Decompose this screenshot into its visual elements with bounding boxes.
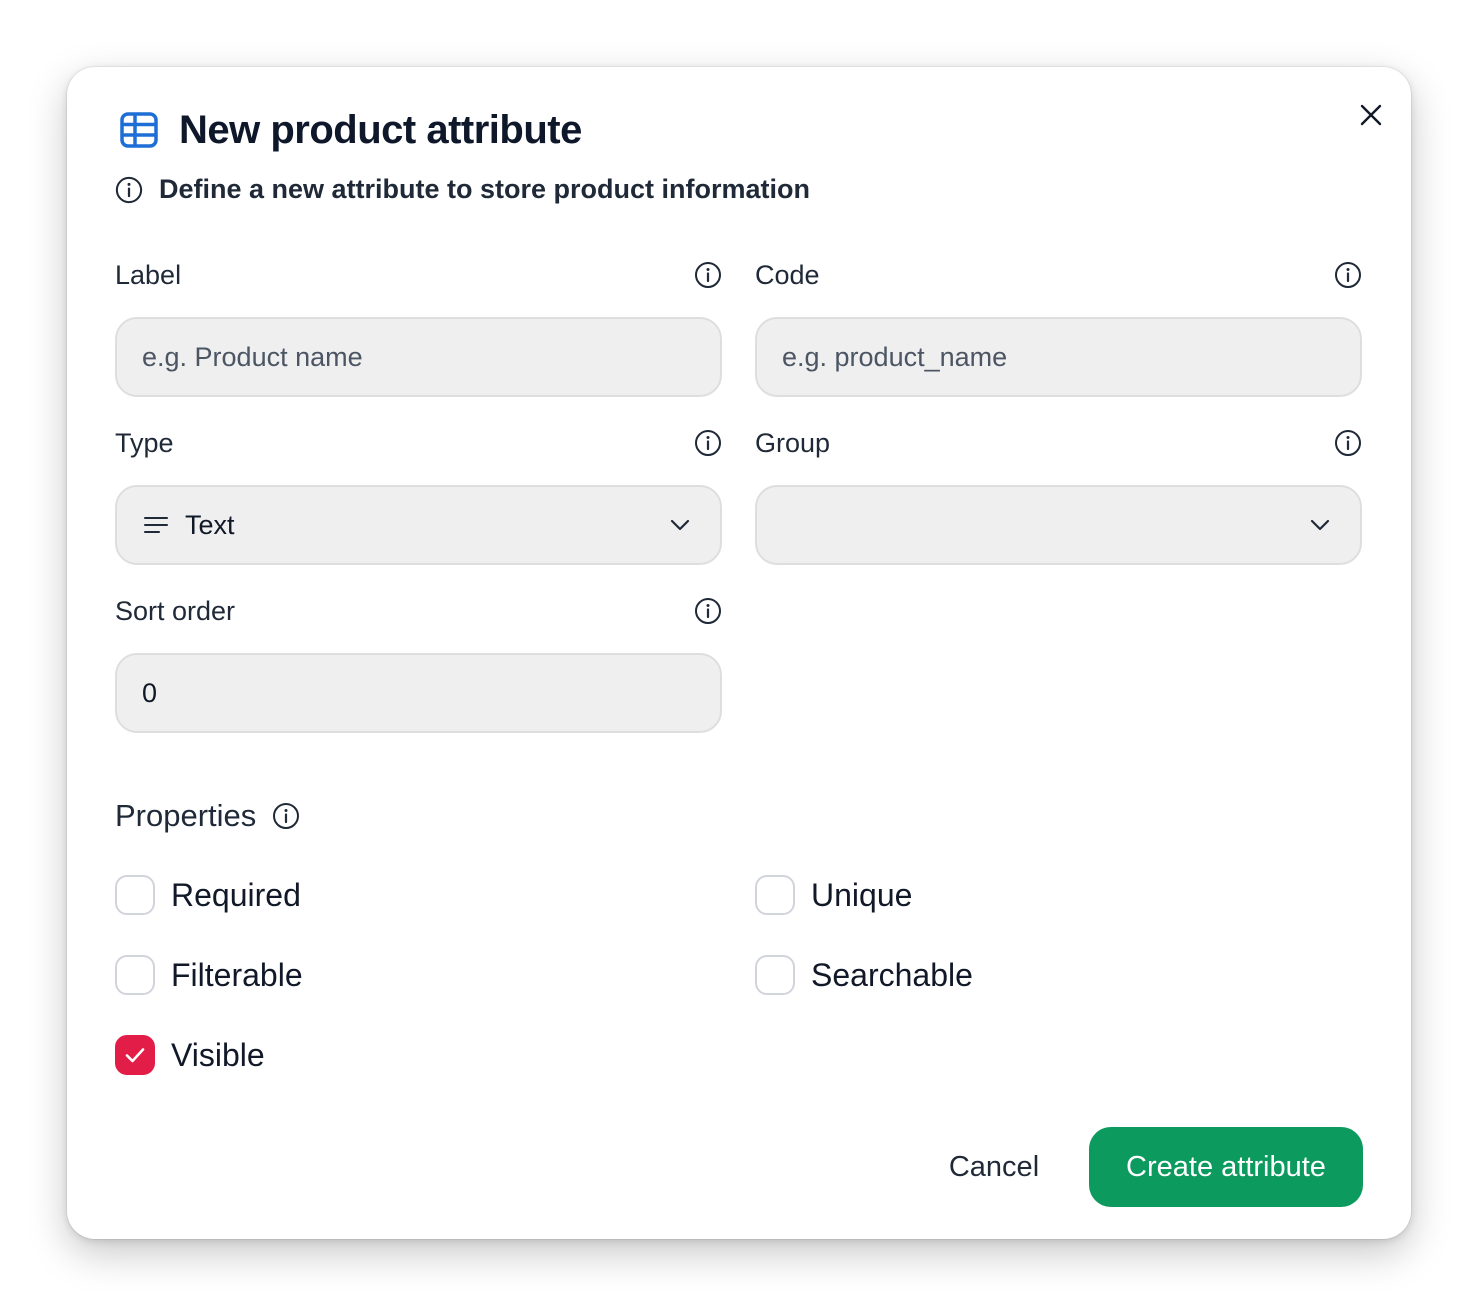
label-field: Label [115,257,722,397]
code-info-icon[interactable] [1334,261,1362,289]
checkbox-box[interactable] [755,875,795,915]
searchable-label: Searchable [811,956,973,993]
sort-order-info-icon[interactable] [694,597,722,625]
create-attribute-button[interactable]: Create attribute [1089,1127,1363,1207]
cancel-button[interactable]: Cancel [927,1127,1061,1207]
type-select-value: Text [185,509,235,540]
unique-label: Unique [811,876,913,913]
text-lines-icon [143,512,169,538]
filterable-label: Filterable [171,956,303,993]
sort-order-field: Sort order [115,593,722,733]
new-attribute-dialog: New product attribute Define a new attri… [67,67,1411,1239]
table-icon [119,110,159,150]
required-checkbox[interactable]: Required [115,874,301,916]
close-icon [1360,104,1382,126]
required-label: Required [171,876,301,913]
visible-label: Visible [171,1036,265,1073]
info-icon [115,175,143,204]
properties-info-icon[interactable] [272,802,300,830]
code-input[interactable] [755,317,1362,397]
unique-checkbox[interactable]: Unique [755,874,912,916]
filterable-checkbox[interactable]: Filterable [115,954,303,996]
type-info-icon[interactable] [694,429,722,457]
label-field-label: Label [115,259,182,290]
group-info-icon[interactable] [1334,429,1362,457]
type-field-label: Type [115,427,174,458]
group-field-label: Group [755,427,831,458]
label-info-icon[interactable] [694,261,722,289]
group-field: Group [755,425,1362,565]
visible-checkbox[interactable]: Visible [115,1034,265,1076]
label-input[interactable] [115,317,722,397]
properties-title: Properties [115,798,257,833]
sort-order-input[interactable] [115,653,722,733]
checkbox-box[interactable] [115,875,155,915]
type-field: Type Text [115,425,722,565]
dialog-subtitle-row: Define a new attribute to store product … [115,171,810,207]
checkbox-box-checked[interactable] [115,1035,155,1075]
type-select[interactable]: Text [115,485,722,565]
dialog-subtitle: Define a new attribute to store product … [159,173,811,204]
close-button[interactable] [1349,93,1393,137]
group-select[interactable] [755,485,1362,565]
sort-order-field-label: Sort order [115,595,236,626]
searchable-checkbox[interactable]: Searchable [755,954,973,996]
checkbox-box[interactable] [755,955,795,995]
code-field-label: Code [755,259,820,290]
dialog-title: New product attribute [179,107,582,152]
properties-header: Properties [115,795,300,837]
checkbox-box[interactable] [115,955,155,995]
check-icon [125,1048,145,1063]
dialog-header: New product attribute [119,105,582,155]
chevron-down-icon [668,513,692,537]
chevron-down-icon [1308,513,1332,537]
code-field: Code [755,257,1362,397]
